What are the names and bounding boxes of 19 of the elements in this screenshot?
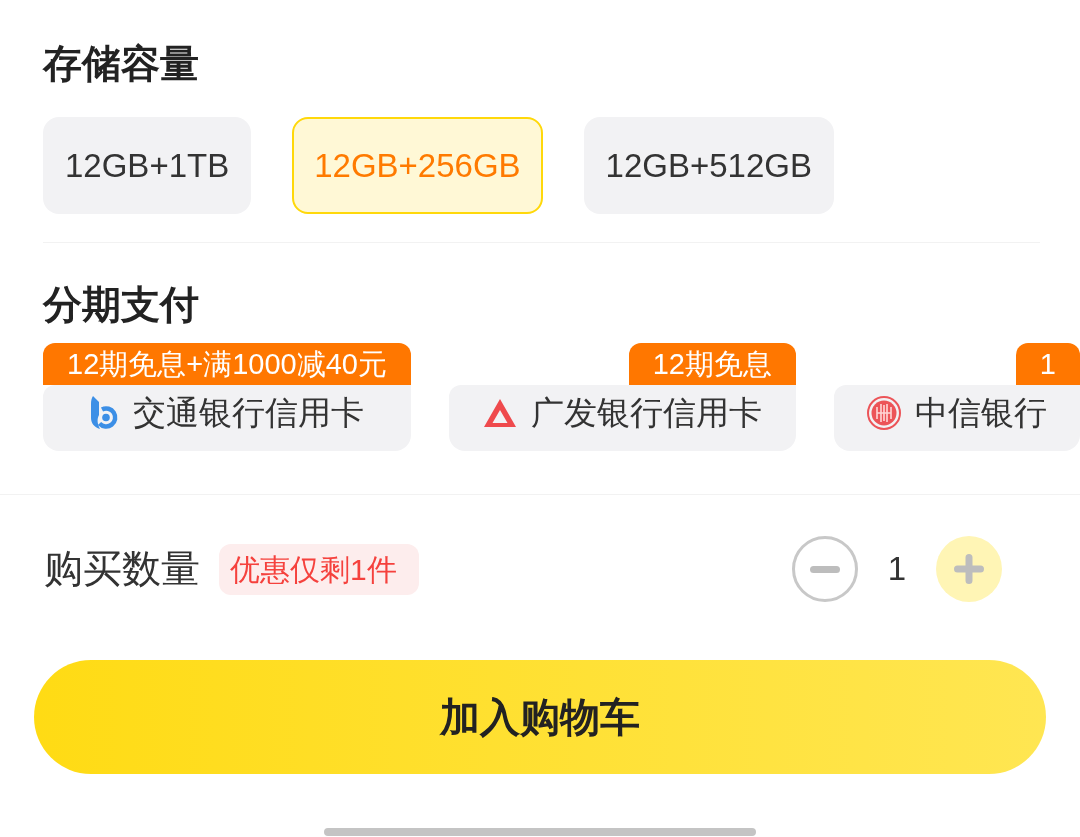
bank-card-option[interactable]: 中信银行 [833, 385, 1080, 451]
quantity-label: 购买数量 [44, 546, 200, 592]
promo-badge: 12期免息 [628, 343, 796, 385]
bank-card-option[interactable]: 交通银行信用卡 [43, 385, 411, 451]
minus-icon [809, 565, 840, 573]
section-title: 存储容量 [43, 41, 200, 87]
add-to-cart-button[interactable]: 加入购物车 [34, 660, 1046, 774]
promo-badge: 12期免息+满1000减40元 [43, 343, 411, 385]
swirl-logo-icon [89, 396, 120, 430]
bank-card-option[interactable]: 广发银行信用卡 [448, 385, 796, 451]
section-title: 分期支付 [43, 282, 200, 328]
triangle-logo-icon [482, 398, 517, 428]
ring-logo-icon [867, 396, 901, 430]
storage-option[interactable]: 12GB+1TB [43, 117, 252, 214]
promo-badge: 1 [1015, 343, 1080, 385]
quantity-value: 1 [887, 550, 906, 588]
plus-icon [954, 554, 984, 584]
storage-option[interactable]: 12GB+512GB [583, 117, 834, 214]
stock-badge: 优惠仅剩1件 [219, 543, 419, 595]
